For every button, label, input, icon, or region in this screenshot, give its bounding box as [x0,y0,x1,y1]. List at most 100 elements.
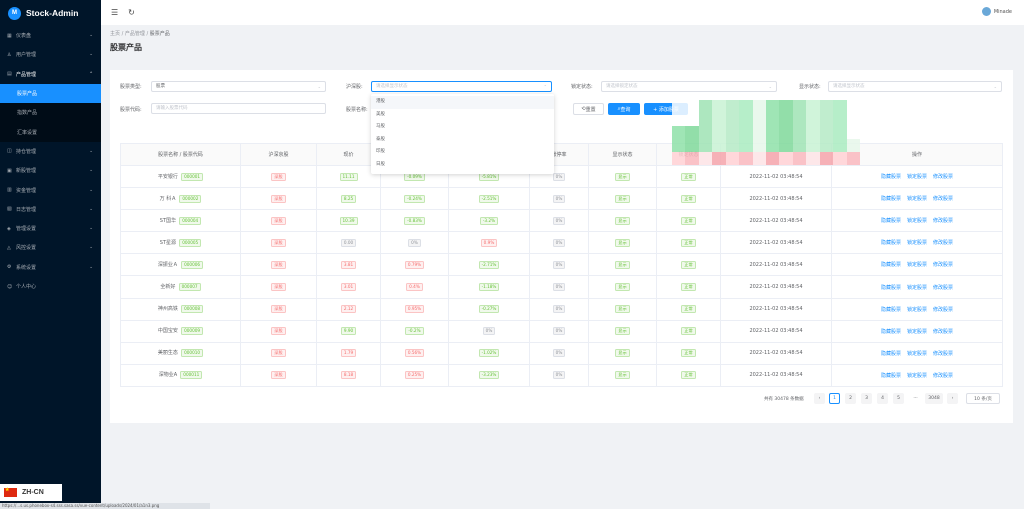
breadcrumb-home[interactable]: 主页 [110,31,120,37]
code-input[interactable]: 请输入股票代码 [151,103,326,114]
lock-stock-link[interactable]: 锁定股票 [907,373,927,379]
hide-stock-link[interactable]: 隐藏股票 [881,329,901,335]
user-menu[interactable]: Minade [981,7,1012,16]
page-last[interactable]: 3048 [925,393,943,404]
breadcrumb-product[interactable]: 产品管理 [125,31,145,37]
lock-stock-link[interactable]: 锁定股票 [907,351,927,357]
lock-stock-link[interactable]: 锁定股票 [907,240,927,246]
sidebar-item[interactable]: ▥ 资金管理 ⌄ [0,180,101,199]
sidebar-item[interactable]: ⚙ 系统设置 ⌄ [0,258,101,277]
sidebar-item[interactable]: ▧ 日志管理 ⌄ [0,200,101,219]
edit-stock-link[interactable]: 修改股票 [933,351,953,357]
lock-stock-link[interactable]: 锁定股票 [907,262,927,268]
prev-page-button[interactable]: ‹ [814,393,825,404]
edit-stock-link[interactable]: 修改股票 [933,174,953,180]
hide-stock-link[interactable]: 隐藏股票 [881,174,901,180]
lock-cell: 正常 [656,187,721,211]
sidebar-subitem[interactable]: 股票产品 [0,83,101,104]
edit-stock-link[interactable]: 修改股票 [933,240,953,246]
hide-stock-link[interactable]: 隐藏股票 [881,373,901,379]
sidebar-item[interactable]: ♙ 用户管理 ⌄ [0,45,101,64]
dropdown-option[interactable]: 港股 [371,96,554,109]
dropdown-option[interactable]: 美股 [371,109,554,122]
lock-stock-link[interactable]: 锁定股票 [907,218,927,224]
time-cell: 2022-11-02 03:48:54 [720,275,832,299]
hide-stock-link[interactable]: 隐藏股票 [881,196,901,202]
mosaic-cell [819,139,834,152]
page-size-select[interactable]: 10 条/页 [966,393,1000,404]
sidebar-item[interactable]: ▤ 产品管理 ⌃ [0,65,101,84]
menu-toggle-icon[interactable]: ☰ [111,8,118,17]
board-cell: 深股 [240,253,317,277]
lock-stock-link[interactable]: 锁定股票 [907,329,927,335]
lock-select[interactable]: 请选择锁定状态 ⌄ [601,81,777,92]
rate-cell: 0% [529,298,589,321]
dropdown-option[interactable]: 日股 [371,159,554,172]
stock-name-cell: 万 科Ａ 000002 [120,187,241,211]
edit-stock-link[interactable]: 修改股票 [933,196,953,202]
stock-name: 全新好 [160,284,176,291]
hide-stock-link[interactable]: 隐藏股票 [881,307,901,313]
dropdown-option[interactable]: 马股 [371,121,554,134]
lock-cell: 正常 [656,298,721,321]
rate-tag: 0% [552,283,566,292]
sidebar-item[interactable]: ◬ 风控设置 ⌄ [0,238,101,257]
sidebar-subitem[interactable]: 汇率设置 [0,122,101,141]
hide-stock-link[interactable]: 隐藏股票 [881,262,901,268]
sidebar-item[interactable]: ▣ 新股管理 ⌄ [0,161,101,180]
change-tag: -0.24% [404,194,425,203]
pagination-ellipsis[interactable]: ··· [910,393,921,404]
lock-stock-link[interactable]: 锁定股票 [907,174,927,180]
sidebar-item[interactable]: ◫ 持仓管理 ⌄ [0,142,101,161]
time-cell: 2022-11-02 03:48:54 [720,165,832,189]
edit-stock-link[interactable]: 修改股票 [933,329,953,335]
language-switch[interactable]: ZH-CN [0,484,62,501]
mosaic-cell [739,100,753,113]
edit-stock-link[interactable]: 修改股票 [933,307,953,313]
type-select[interactable]: 股票 ⌄ [151,81,326,92]
rate-tag: 0% [552,216,566,225]
reset-button[interactable]: ⟲ 重置 [573,103,604,115]
board-select[interactable]: 请选择显示状态 ⌃ [371,81,552,92]
pct-tag: -3.23% [478,371,500,380]
edit-stock-link[interactable]: 修改股票 [933,373,953,379]
display-select[interactable]: 请选择显示状态 ⌄ [828,81,1002,92]
pct-tag: -2.51% [478,194,500,203]
mosaic-cell [685,113,699,126]
hide-stock-link[interactable]: 隐藏股票 [881,218,901,224]
next-page-button[interactable]: › [947,393,958,404]
dropdown-option[interactable]: 印股 [371,146,554,159]
hide-stock-link[interactable]: 隐藏股票 [881,240,901,246]
page-number[interactable]: 1 [829,393,840,404]
mosaic-cell [698,126,713,139]
lock-stock-link[interactable]: 锁定股票 [907,307,927,313]
brand[interactable]: M Stock-Admin [0,0,101,26]
stock-code-tag: 000008 [181,305,204,314]
board-cell: 深股 [240,342,317,365]
refresh-icon[interactable]: ↻ [128,8,135,17]
page-number[interactable]: 3 [861,393,872,404]
user-icon: ♙ [7,51,12,58]
page-number[interactable]: 4 [877,393,888,404]
hide-stock-link[interactable]: 隐藏股票 [881,285,901,291]
lock-stock-link[interactable]: 锁定股票 [907,285,927,291]
sidebar-item[interactable]: ▦ 仪表盘 ⌄ [0,26,101,45]
sidebar-subitem[interactable]: 指数产品 [0,103,101,122]
stock-name: 神州高铁 [157,306,178,313]
page-number[interactable]: 2 [845,393,856,404]
board-tag: 深股 [271,260,286,269]
sidebar-item-label: 产品管理 [16,71,37,78]
edit-stock-link[interactable]: 修改股票 [933,262,953,268]
pct-tag: -2.71% [478,260,500,269]
hide-stock-link[interactable]: 隐藏股票 [881,351,901,357]
dropdown-option[interactable]: 泰股 [371,134,554,147]
page-number[interactable]: 5 [893,393,904,404]
search-button[interactable]: ⌕ 查询 [608,103,640,115]
lock-stock-link[interactable]: 锁定股票 [907,196,927,202]
rate-cell: 0% [529,253,589,277]
sidebar-item[interactable]: ◈ 管理设置 ⌄ [0,219,101,238]
edit-stock-link[interactable]: 修改股票 [933,285,953,291]
mosaic-cell [752,139,766,152]
sidebar-item[interactable]: ☺ 个人中心 [0,277,101,296]
edit-stock-link[interactable]: 修改股票 [933,218,953,224]
